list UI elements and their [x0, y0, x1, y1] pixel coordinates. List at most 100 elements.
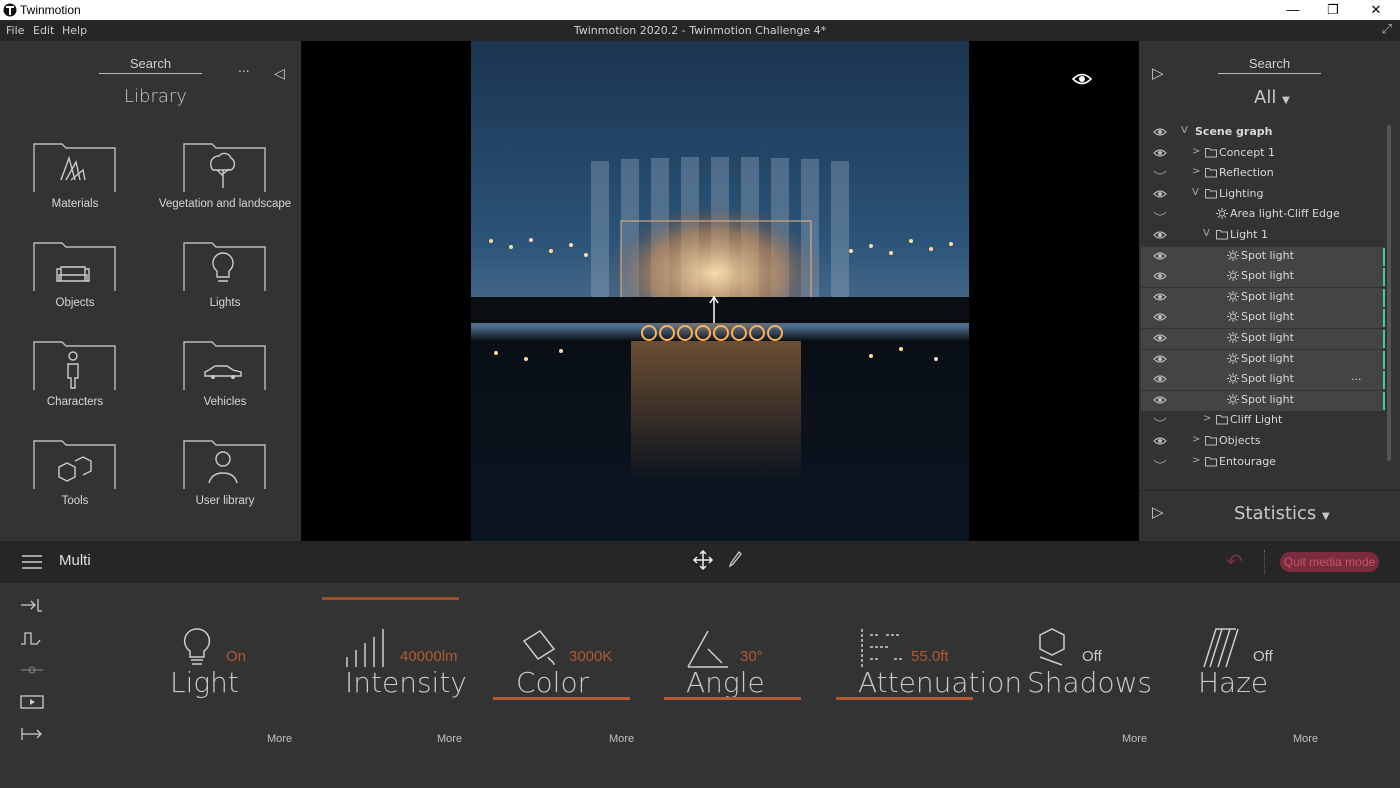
tree-row[interactable]: V Light 1 — [1141, 226, 1385, 246]
eye-closed-icon[interactable] — [1153, 209, 1167, 219]
eye-icon[interactable] — [1153, 333, 1167, 343]
tree-row[interactable]: Spot light — [1141, 267, 1385, 288]
light-icon — [1227, 373, 1239, 385]
eye-icon[interactable] — [1153, 312, 1167, 322]
selection-indicator — [1383, 247, 1385, 266]
eye-closed-icon[interactable] — [1153, 457, 1167, 467]
scene-scrollbar[interactable] — [1387, 125, 1391, 461]
eye-icon[interactable] — [1153, 292, 1167, 302]
expand-statistics-button[interactable]: ▷ — [1152, 503, 1164, 521]
eye-closed-icon[interactable] — [1153, 415, 1167, 425]
chevron-right-icon[interactable]: > — [1192, 166, 1200, 177]
hamburger-menu-icon[interactable] — [22, 555, 42, 569]
tree-row[interactable]: Spot light — [1141, 287, 1385, 308]
quit-media-mode-button[interactable]: Quit media mode — [1280, 552, 1379, 572]
tree-row-label: Spot light — [1241, 248, 1294, 262]
selection-indicator — [1383, 371, 1385, 390]
library-item-user-library[interactable]: User library — [150, 437, 290, 527]
tree-row[interactable]: V Lighting — [1141, 185, 1385, 205]
color-more-link[interactable]: More — [609, 733, 634, 745]
tree-row[interactable]: > Cliff Light — [1141, 411, 1385, 431]
chevron-right-icon[interactable]: > — [1192, 146, 1200, 157]
divider — [1264, 550, 1265, 574]
library-item-materials[interactable]: Materials — [0, 140, 140, 230]
tree-row[interactable]: > Reflection — [1141, 164, 1385, 184]
library-item-vegetation-and-landscape[interactable]: Vegetation and landscape — [150, 140, 291, 230]
export-icon[interactable] — [20, 726, 44, 742]
library-item-tools[interactable]: Tools — [0, 437, 140, 527]
tree-row[interactable]: Spot light — [1141, 246, 1385, 267]
selection-indicator — [1383, 391, 1385, 410]
eye-closed-icon[interactable] — [1153, 168, 1167, 178]
chevron-right-icon[interactable]: > — [1203, 413, 1211, 424]
tree-row[interactable]: Spot light — [1141, 349, 1385, 370]
library-more-button[interactable]: ... — [238, 59, 250, 75]
eye-icon[interactable] — [1153, 189, 1167, 199]
tree-row[interactable]: V Scene graph — [1141, 123, 1385, 143]
light-more-link[interactable]: More — [267, 733, 292, 745]
shadows-more-link[interactable]: More — [1122, 733, 1147, 745]
eye-icon[interactable] — [1153, 395, 1167, 405]
import-icon[interactable] — [20, 597, 44, 613]
fullscreen-icon[interactable]: ⤢ — [1382, 22, 1392, 37]
library-item-lights[interactable]: Lights — [150, 239, 290, 329]
collapse-library-button[interactable]: ◁ — [274, 65, 285, 82]
minimize-button[interactable]: — — [1273, 0, 1313, 20]
slider-icon[interactable] — [20, 662, 44, 678]
menu-help[interactable]: Help — [62, 24, 87, 37]
scene-search-input[interactable]: Search — [1218, 56, 1321, 74]
eyedropper-icon[interactable] — [727, 550, 743, 570]
library-item-vehicles[interactable]: Vehicles — [150, 338, 290, 428]
eye-icon[interactable] — [1153, 354, 1167, 364]
tree-row[interactable]: Spot light — [1141, 390, 1385, 411]
tree-row[interactable]: > Concept 1 — [1141, 144, 1385, 164]
library-search-input[interactable]: Search — [99, 56, 202, 74]
tree-icon — [183, 143, 266, 192]
library-item-objects[interactable]: Objects — [0, 239, 140, 329]
viewport[interactable] — [301, 41, 1139, 541]
chevron-right-icon[interactable]: > — [1192, 434, 1200, 445]
tree-row-label: Spot light — [1241, 351, 1294, 365]
close-button[interactable]: ✕ — [1356, 0, 1396, 20]
scene-filter-dropdown[interactable]: All ▼ — [1254, 87, 1290, 108]
eye-icon[interactable] — [1153, 127, 1167, 137]
eye-icon[interactable] — [1153, 374, 1167, 384]
tree-row[interactable]: Spot light... — [1141, 370, 1385, 391]
tree-row[interactable]: Area light-Cliff Edge — [1141, 205, 1385, 225]
light-icon — [1227, 332, 1239, 343]
chevron-down-icon[interactable]: V — [1192, 187, 1199, 198]
bulb-icon — [183, 242, 266, 291]
menu-edit[interactable]: Edit — [33, 24, 54, 37]
chevron-right-icon[interactable]: > — [1192, 455, 1200, 466]
visibility-eye-icon[interactable] — [1072, 72, 1092, 86]
eye-icon[interactable] — [1153, 271, 1167, 281]
undo-icon[interactable]: ↶ — [1226, 549, 1243, 574]
eye-icon[interactable] — [1153, 251, 1167, 261]
haze-more-link[interactable]: More — [1293, 733, 1318, 745]
eye-icon[interactable] — [1153, 148, 1167, 158]
twinmotion-logo-icon — [3, 3, 17, 17]
eye-icon[interactable] — [1153, 436, 1167, 446]
folder-icon — [1205, 456, 1217, 467]
chevron-down-icon[interactable]: V — [1181, 125, 1188, 136]
intensity-more-link[interactable]: More — [437, 733, 462, 745]
chevron-down-icon[interactable]: V — [1203, 228, 1210, 239]
library-item-characters[interactable]: Characters — [0, 338, 140, 428]
tree-row[interactable]: > Objects — [1141, 432, 1385, 452]
cube-shadow-icon — [1039, 628, 1065, 666]
render-preview[interactable] — [471, 41, 969, 541]
maximize-button[interactable]: ❐ — [1313, 0, 1353, 20]
tree-row[interactable]: Spot light — [1141, 329, 1385, 349]
intensity-value: 40000lm — [400, 648, 458, 665]
path-icon[interactable] — [20, 630, 44, 646]
row-more-button[interactable]: ... — [1351, 370, 1362, 383]
expand-scene-button[interactable]: ▷ — [1152, 64, 1164, 82]
tree-row[interactable]: Spot light — [1141, 308, 1385, 329]
eye-icon[interactable] — [1153, 230, 1167, 240]
move-tool-icon[interactable] — [692, 550, 714, 574]
tree-row-label: Spot light — [1241, 310, 1294, 324]
media-icon[interactable] — [20, 694, 44, 710]
tree-row[interactable]: > Entourage — [1141, 453, 1385, 473]
menu-file[interactable]: File — [6, 24, 24, 37]
statistics-dropdown[interactable]: Statistics ▼ — [1234, 503, 1330, 524]
